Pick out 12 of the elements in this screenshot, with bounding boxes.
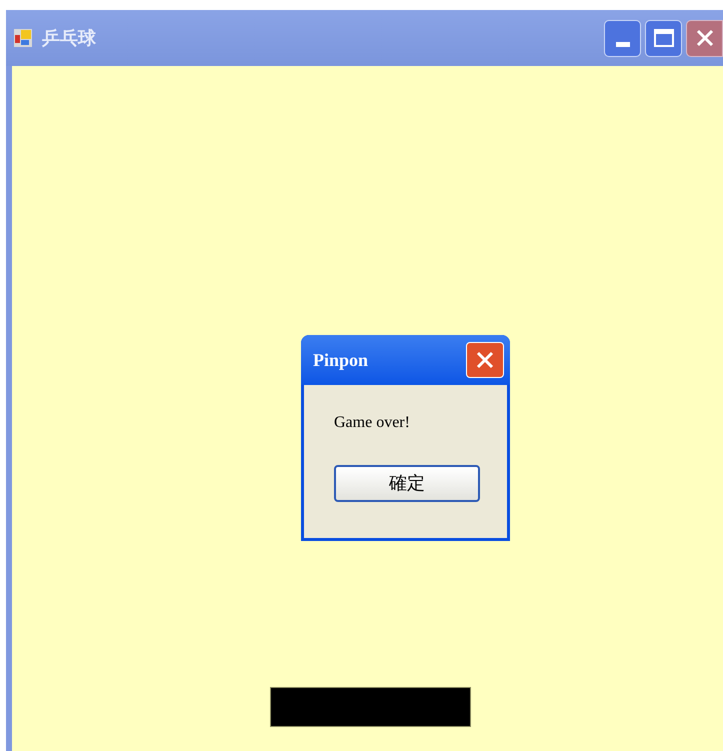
maximize-button[interactable] (645, 20, 682, 56)
ok-button[interactable]: 確定 (334, 465, 480, 502)
close-icon (475, 350, 495, 370)
minimize-icon (616, 42, 630, 46)
window-title: 乒乓球 (42, 26, 96, 50)
dialog-title: Pinpon (313, 348, 368, 372)
dialog-message: Game over! (334, 413, 411, 433)
app-icon (14, 29, 32, 47)
maximize-icon (654, 29, 674, 47)
close-icon (694, 28, 714, 48)
minimize-button[interactable] (604, 20, 641, 56)
close-button[interactable] (686, 20, 723, 56)
